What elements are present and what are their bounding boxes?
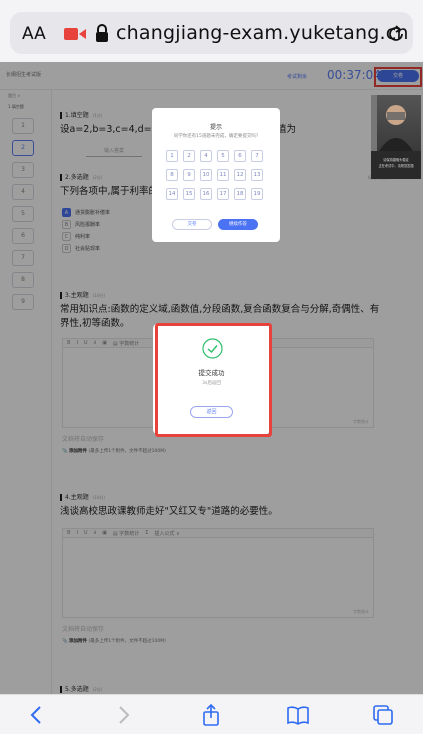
dialog-message: 同学你还有15道题未完成，确定要提交吗?	[173, 134, 259, 139]
unanswered-question-cell[interactable]: 7	[251, 150, 263, 162]
webcam-text-line1: 请保持摄像头稳定	[383, 158, 409, 162]
confirm-submit-dialog: 提示 同学你还有15道题未完成，确定要提交吗? 1 2 4 5 6 7 8 9 10 11 12 13…	[152, 108, 280, 242]
unanswered-question-cell[interactable]: 6	[234, 150, 246, 162]
unanswered-question-cell[interactable]: 5	[217, 150, 229, 162]
unanswered-question-cell[interactable]: 9	[183, 169, 195, 181]
unanswered-question-cell[interactable]: 2	[183, 150, 195, 162]
continue-answering-button[interactable]: 继续作答	[218, 219, 258, 230]
success-highlight-box	[155, 323, 272, 437]
reload-icon[interactable]	[386, 24, 406, 44]
unanswered-question-cell[interactable]: 8	[166, 169, 178, 181]
lock-icon	[96, 24, 108, 42]
bookmarks-icon[interactable]	[287, 704, 309, 726]
unanswered-question-cell[interactable]: 4	[200, 150, 212, 162]
share-icon[interactable]	[200, 704, 222, 726]
submit-anyway-button[interactable]: 交卷	[172, 219, 212, 230]
browser-bottom-bar	[0, 694, 423, 734]
unanswered-question-cell[interactable]: 11	[217, 169, 229, 181]
text-size-button[interactable]: AA	[22, 24, 46, 44]
back-icon[interactable]	[26, 704, 48, 726]
unanswered-question-cell[interactable]: 12	[234, 169, 246, 181]
unanswered-question-cell[interactable]: 19	[251, 188, 263, 200]
unanswered-question-cell[interactable]: 15	[183, 188, 195, 200]
webcam-text-line2: 正在考试中，请规范答题	[378, 164, 414, 168]
forward-icon[interactable]	[112, 704, 134, 726]
unanswered-question-cell[interactable]: 17	[217, 188, 229, 200]
unanswered-question-cell[interactable]: 14	[166, 188, 178, 200]
tabs-icon[interactable]	[372, 704, 394, 726]
unanswered-question-cell[interactable]: 13	[251, 169, 263, 181]
dialog-title: 提示	[209, 124, 222, 131]
unanswered-question-cell[interactable]: 16	[200, 188, 212, 200]
url-text[interactable]: changjiang-exam.yuketang.cn	[116, 22, 409, 44]
webcam-image	[371, 95, 421, 151]
unanswered-question-cell[interactable]: 10	[200, 169, 212, 181]
unanswered-question-cell[interactable]: 18	[234, 188, 246, 200]
browser-top-bar: AA changjiang-exam.yuketang.cn	[0, 0, 423, 62]
webcam-preview: 请保持摄像头稳定 正在考试中，请规范答题	[371, 95, 421, 179]
camera-recording-icon[interactable]	[64, 27, 86, 41]
exam-page: 长纲招生考试版 考试剩余 00:37:04 交卷 题目 ∨ 1.填空题 1 2 …	[0, 62, 423, 694]
unanswered-question-cell[interactable]: 1	[166, 150, 178, 162]
